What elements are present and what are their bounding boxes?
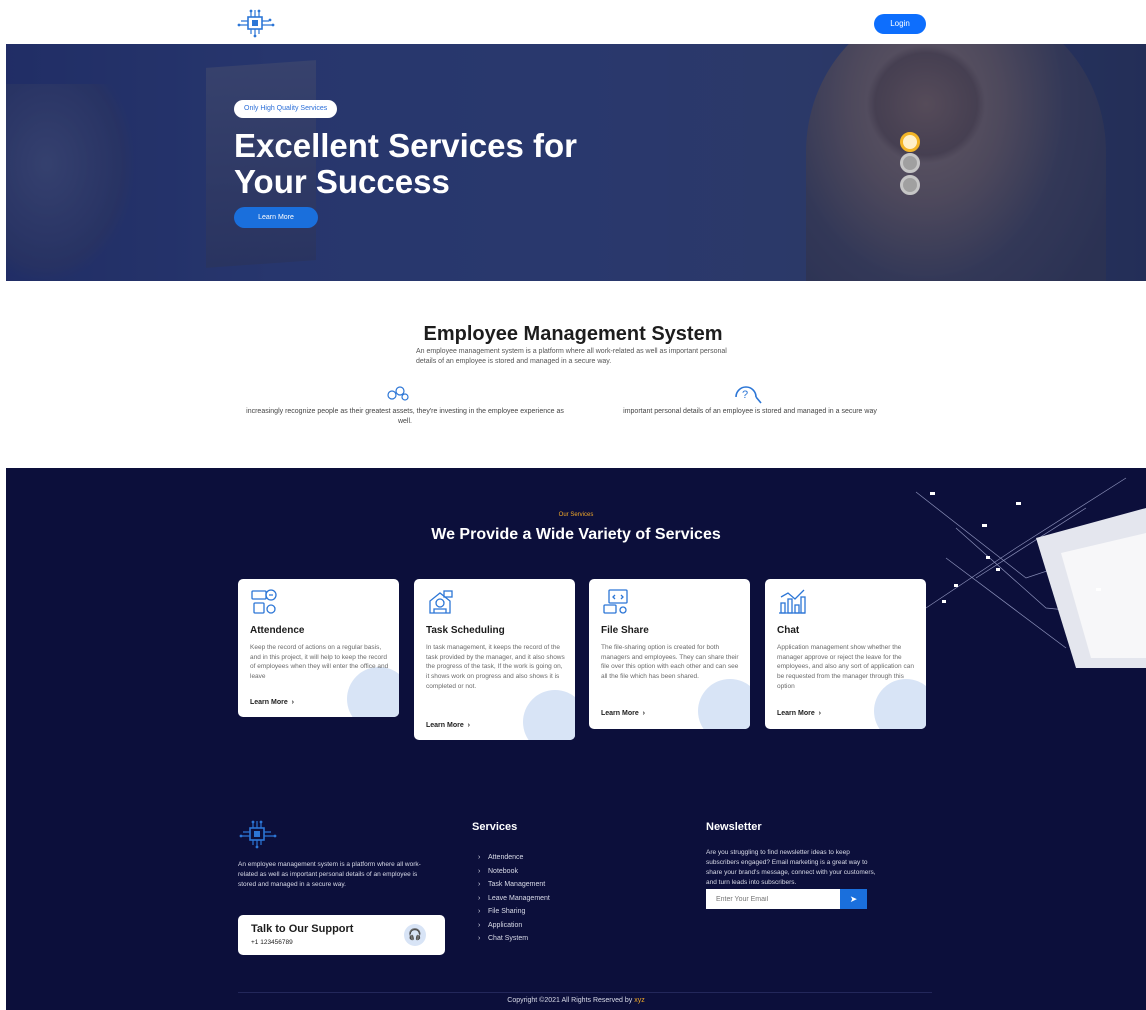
card-link-label: Learn More	[777, 710, 815, 717]
hero-banner: Only High Quality Services Excellent Ser…	[6, 44, 1146, 281]
feature-text-1: increasingly recognize people as their g…	[246, 408, 564, 425]
footer-service-label: Leave Management	[488, 894, 550, 902]
card-learn-more-link[interactable]: Learn More ›	[777, 710, 821, 717]
card-title: Chat	[777, 625, 800, 636]
chevron-right-icon: ›	[478, 854, 481, 861]
footer-service-link[interactable]: › Leave Management	[478, 895, 550, 909]
footer-services-list: › Attendence › Notebook › Task Management ›…	[478, 854, 550, 949]
footer-service-label: Task Management	[488, 881, 546, 888]
svg-text:?: ?	[742, 389, 748, 401]
card-learn-more-link[interactable]: Learn More ›	[601, 710, 645, 717]
chevron-right-icon: ›	[816, 710, 821, 717]
footer-description: An employee management system is a platf…	[238, 861, 421, 888]
chevron-right-icon: ›	[289, 699, 294, 706]
support-box[interactable]: Talk to Our Support +1 123456789 🎧	[238, 915, 445, 955]
newsletter-email-input[interactable]	[706, 889, 840, 909]
card-title: Task Scheduling	[426, 625, 505, 636]
footer-service-label: Application	[488, 921, 523, 929]
site-header: Login	[0, 0, 1146, 44]
slider-dot-3[interactable]	[900, 175, 920, 195]
footer-divider	[238, 992, 932, 993]
question-icon: ?	[735, 386, 762, 404]
card-decor	[523, 690, 575, 740]
about-description: An employee management system is a platf…	[416, 348, 727, 365]
chevron-right-icon: ›	[465, 722, 470, 729]
footer-circuit-logo-icon[interactable]	[238, 819, 280, 849]
card-title: Attendence	[250, 625, 305, 636]
card-description: The file-sharing option is created for b…	[601, 644, 739, 681]
card-description: Keep the record of actions on a regular …	[250, 644, 389, 681]
task-icon	[429, 590, 453, 614]
card-link-label: Learn More	[250, 699, 288, 706]
slider-dot-2[interactable]	[900, 153, 920, 173]
footer-service-link[interactable]: › Task Management	[478, 881, 550, 895]
card-description: In task management, it keeps the record …	[426, 644, 565, 690]
service-card-task-scheduling: Task Scheduling In task management, it k…	[414, 579, 575, 740]
hero-learn-more-button[interactable]: Learn More	[234, 207, 318, 228]
copyright-text: Copyright ©2021 All Rights Reserved by	[507, 997, 633, 1004]
card-learn-more-link[interactable]: Learn More ›	[250, 699, 294, 706]
login-button[interactable]: Login	[874, 14, 926, 34]
support-title: Talk to Our Support	[251, 923, 354, 935]
slider-dot-1[interactable]	[900, 132, 920, 152]
chevron-right-icon: ›	[478, 867, 481, 875]
footer-service-link[interactable]: › Notebook	[478, 868, 550, 882]
about-title: Employee Management System	[423, 323, 723, 345]
hero-title: Excellent Services for Your Success	[234, 128, 754, 200]
footer-service-link[interactable]: › Application	[478, 922, 550, 936]
chevron-right-icon: ›	[478, 935, 481, 942]
chevron-right-icon: ›	[478, 894, 481, 902]
file-share-icon	[603, 589, 628, 614]
service-card-file-share: File Share The file-sharing option is cr…	[589, 579, 750, 729]
card-link-label: Learn More	[601, 710, 639, 717]
footer-services-title: Services	[472, 821, 518, 833]
hero-badge: Only High Quality Services	[234, 100, 338, 118]
card-title: File Share	[601, 625, 649, 636]
card-decor	[698, 679, 750, 729]
chevron-right-icon: ›	[478, 908, 481, 915]
chat-icon	[779, 589, 806, 614]
chevron-right-icon: ›	[640, 710, 645, 717]
chevron-right-icon: ›	[478, 881, 481, 888]
service-card-chat: Chat Application management show whether…	[765, 579, 926, 729]
newsletter-description: Are you struggling to find newsletter id…	[706, 849, 876, 886]
footer-service-label: Attendence	[488, 854, 524, 861]
newsletter-title: Newsletter	[706, 821, 762, 833]
attendance-icon	[251, 589, 277, 614]
hero-title-line1: Excellent Services for	[234, 127, 578, 164]
services-title: We Provide a Wide Variety of Services	[431, 526, 721, 543]
footer-service-link[interactable]: › Chat System	[478, 935, 550, 949]
service-card-attendence: Attendence Keep the record of actions on…	[238, 579, 399, 717]
footer-service-label: File Sharing	[488, 908, 526, 915]
hero-title-line2: Your Success	[234, 163, 450, 200]
send-icon[interactable]: ➤	[840, 889, 867, 909]
feature-text-2: important personal details of an employe…	[623, 408, 877, 415]
copyright-brand-link[interactable]: xyz	[634, 997, 645, 1004]
card-description: Application management show whether the …	[777, 644, 914, 690]
gears-icon	[387, 386, 409, 401]
card-link-label: Learn More	[426, 722, 464, 729]
support-phone: +1 123456789	[251, 939, 293, 946]
footer-service-label: Notebook	[488, 867, 518, 875]
footer-service-link[interactable]: › File Sharing	[478, 908, 550, 922]
services-kicker: Our Services	[558, 512, 594, 518]
copyright: Copyright ©2021 All Rights Reserved by x…	[6, 997, 1146, 1004]
footer-service-link[interactable]: › Attendence	[478, 854, 550, 868]
headphones-icon: 🎧	[404, 924, 426, 946]
services-section: Our Services We Provide a Wide Variety o…	[6, 468, 1146, 1010]
circuit-logo-icon[interactable]	[236, 8, 278, 38]
card-learn-more-link[interactable]: Learn More ›	[426, 722, 470, 729]
chevron-right-icon: ›	[478, 921, 481, 929]
footer-service-label: Chat System	[488, 935, 529, 942]
